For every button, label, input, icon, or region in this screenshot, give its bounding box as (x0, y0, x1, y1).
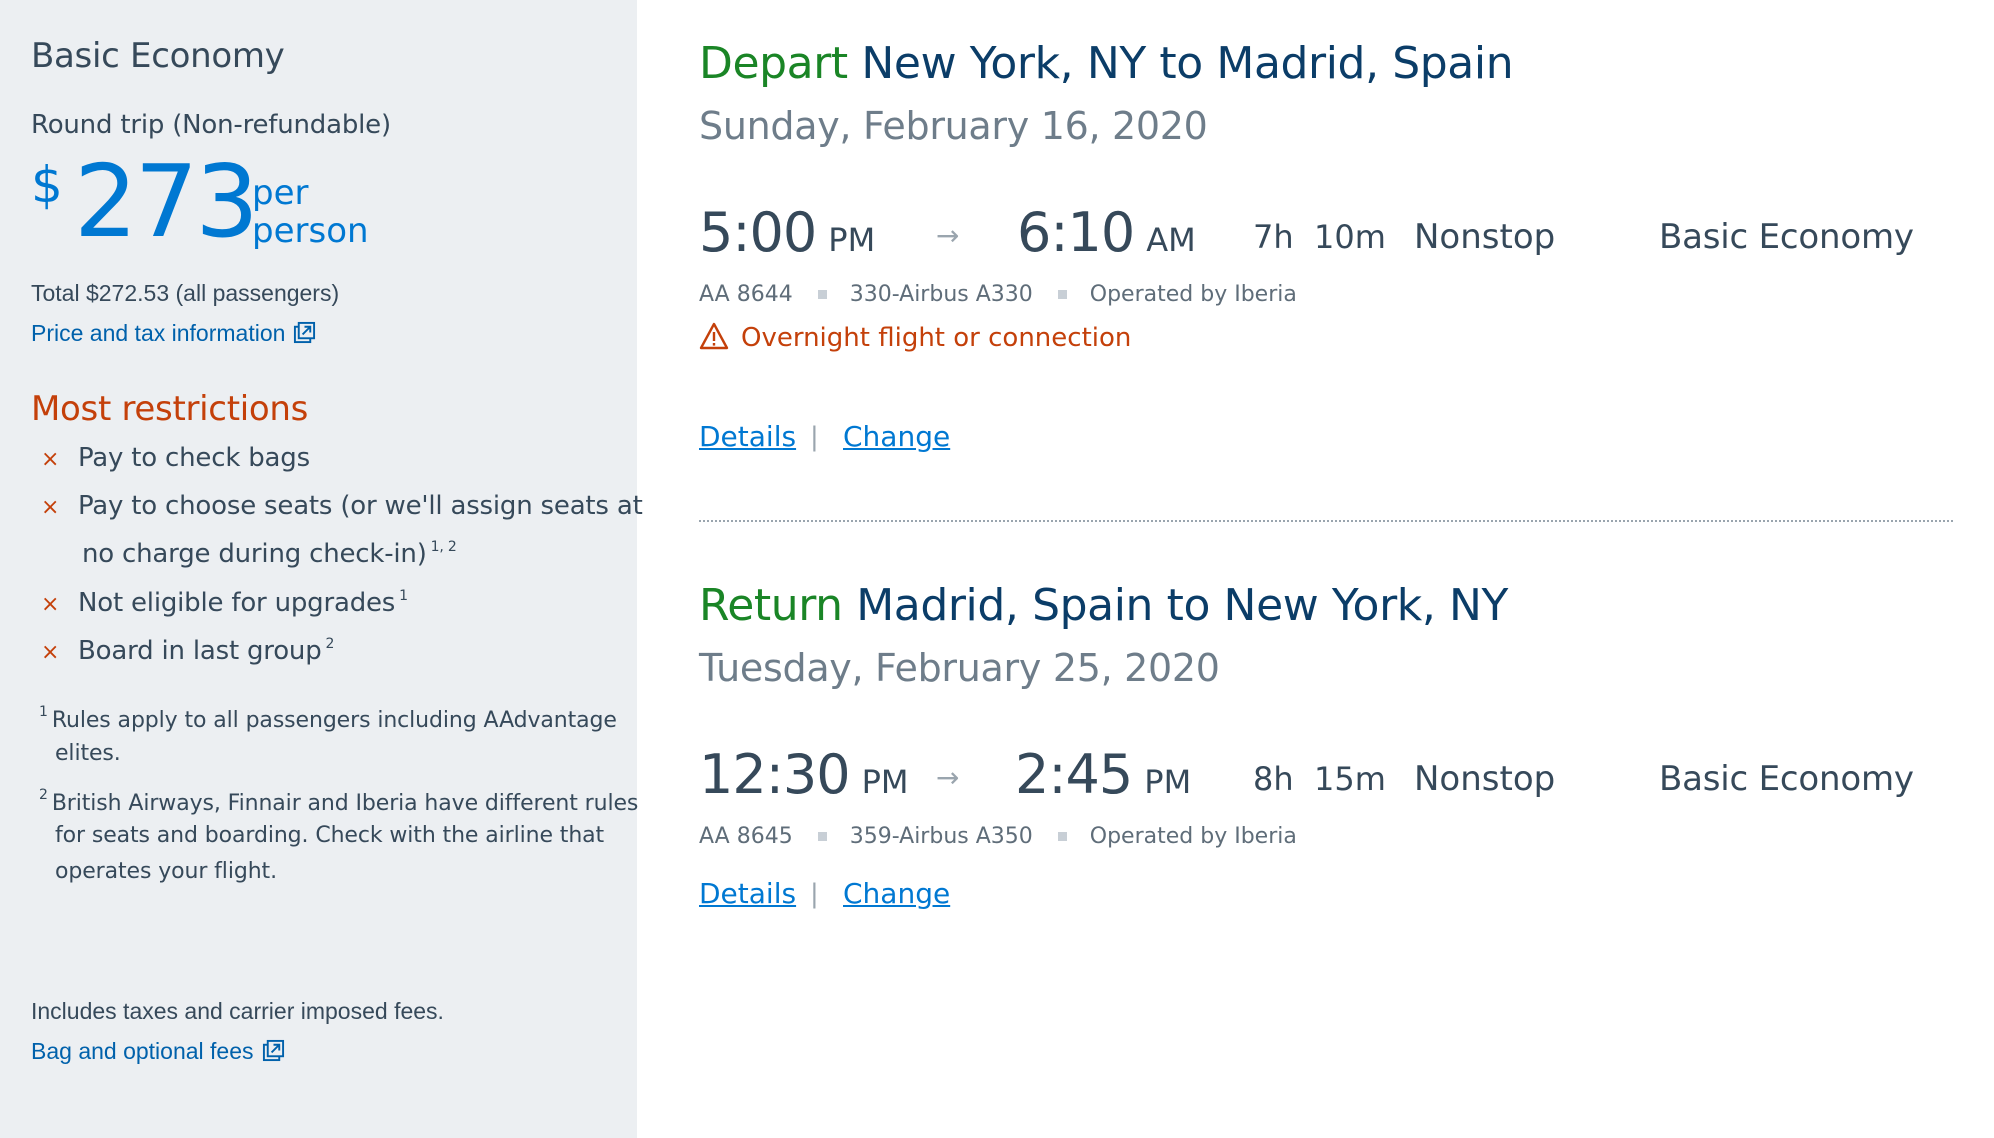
footnote-2-line: for seats and boarding. Check with the a… (55, 823, 605, 848)
overnight-warning: Overnight flight or connection (699, 322, 1131, 353)
footnote-1-line: elites. (55, 741, 121, 766)
change-link[interactable]: Change (843, 877, 950, 910)
arrive-time: 2:45 PM (1015, 743, 1192, 806)
arrow-right-icon: → (936, 219, 960, 252)
aircraft-type: 359-Airbus A350 (849, 824, 1033, 849)
restrictions-heading: Most restrictions (31, 389, 309, 429)
route-heading: Return Madrid, Spain to New York, NY (699, 580, 1508, 631)
trip-type: Round trip (Non-refundable) (31, 110, 391, 140)
direction-label: Depart (699, 38, 848, 89)
currency-symbol: $ (31, 156, 63, 214)
flight-meta: AA 8645 359-Airbus A350 Operated by Iber… (699, 824, 1297, 849)
flight-date: Tuesday, February 25, 2020 (699, 646, 1220, 690)
link-separator: | (810, 879, 819, 909)
restriction-item: × (41, 640, 59, 665)
bag-fees-link[interactable]: Bag and optional fees (31, 1038, 285, 1065)
bag-fees-link-label: Bag and optional fees (31, 1038, 254, 1064)
flight-duration: 8h 15m (1253, 760, 1386, 798)
restriction-item: × (41, 447, 59, 472)
flight-meta: AA 8644 330-Airbus A330 Operated by Iber… (699, 282, 1297, 307)
flight-date: Sunday, February 16, 2020 (699, 104, 1208, 148)
restriction-item: × (41, 592, 59, 617)
footnote-ref: 1, 2 (430, 539, 457, 555)
depart-time: 5:00 PM (699, 201, 876, 264)
direction-label: Return (699, 580, 843, 631)
flight-duration: 7h 10m (1253, 218, 1386, 256)
includes-fees-text: Includes taxes and carrier imposed fees. (31, 998, 444, 1024)
separator-square (1057, 832, 1067, 841)
change-link[interactable]: Change (843, 420, 950, 453)
restriction-text-continued: no charge during check-in) 1, 2 (82, 539, 457, 569)
footnote-ref: 2 (325, 636, 335, 652)
footnote-ref: 1 (399, 588, 408, 604)
segment-divider (699, 520, 1953, 522)
price-tax-link[interactable]: Price and tax information (31, 320, 316, 347)
stops-label: Nonstop (1414, 217, 1556, 257)
restriction-text: Not eligible for upgrades 1 (78, 588, 408, 618)
x-icon: × (41, 640, 60, 665)
separator-square (1057, 290, 1067, 299)
restriction-text: Board in last group 2 (78, 636, 335, 666)
footnote-2: 2 British Airways, Finnair and Iberia hav… (39, 787, 639, 816)
external-link-icon (262, 1039, 284, 1062)
restriction-text: Pay to choose seats (or we'll assign sea… (78, 491, 643, 521)
fare-title: Basic Economy (31, 36, 285, 76)
x-icon: × (41, 592, 60, 617)
route-heading: Depart New York, NY to Madrid, Spain (699, 38, 1514, 89)
footnote-1: 1 Rules apply to all passengers including… (39, 704, 617, 733)
stops-label: Nonstop (1414, 759, 1556, 799)
warning-text: Overnight flight or connection (741, 323, 1132, 353)
separator-square (817, 832, 827, 841)
operator-label: Operated by Iberia (1089, 824, 1297, 849)
x-icon: × (41, 447, 60, 472)
cabin-label: Basic Economy (1659, 759, 1914, 799)
flight-number: AA 8644 (699, 282, 793, 307)
cabin-label: Basic Economy (1659, 217, 1914, 257)
details-link[interactable]: Details (699, 420, 796, 453)
aircraft-type: 330-Airbus A330 (849, 282, 1033, 307)
price-tax-link-label: Price and tax information (31, 320, 286, 346)
route-label: Madrid, Spain to New York, NY (856, 580, 1508, 631)
depart-time: 12:30 PM (699, 743, 909, 806)
restriction-text: Pay to check bags (78, 443, 310, 473)
arrow-right-icon: → (936, 761, 960, 794)
external-link-icon (294, 321, 316, 344)
arrive-time: 6:10 AM (1017, 201, 1196, 264)
price-amount: 273 (74, 143, 259, 260)
footnote-2-line: operates your flight. (55, 859, 277, 884)
route-label: New York, NY to Madrid, Spain (861, 38, 1514, 89)
flight-number: AA 8645 (699, 824, 793, 849)
restriction-item: × (41, 495, 59, 520)
x-icon: × (41, 495, 60, 520)
per-label: per (252, 173, 309, 213)
total-price: Total $272.53 (all passengers) (31, 280, 340, 306)
link-separator: | (810, 422, 819, 452)
person-label: person (252, 211, 369, 251)
warning-triangle-icon (699, 322, 729, 350)
details-link[interactable]: Details (699, 877, 796, 910)
separator-square (817, 290, 827, 299)
fare-summary-sidebar: Basic Economy Round trip (Non-refundable… (0, 0, 643, 1138)
operator-label: Operated by Iberia (1089, 282, 1297, 307)
